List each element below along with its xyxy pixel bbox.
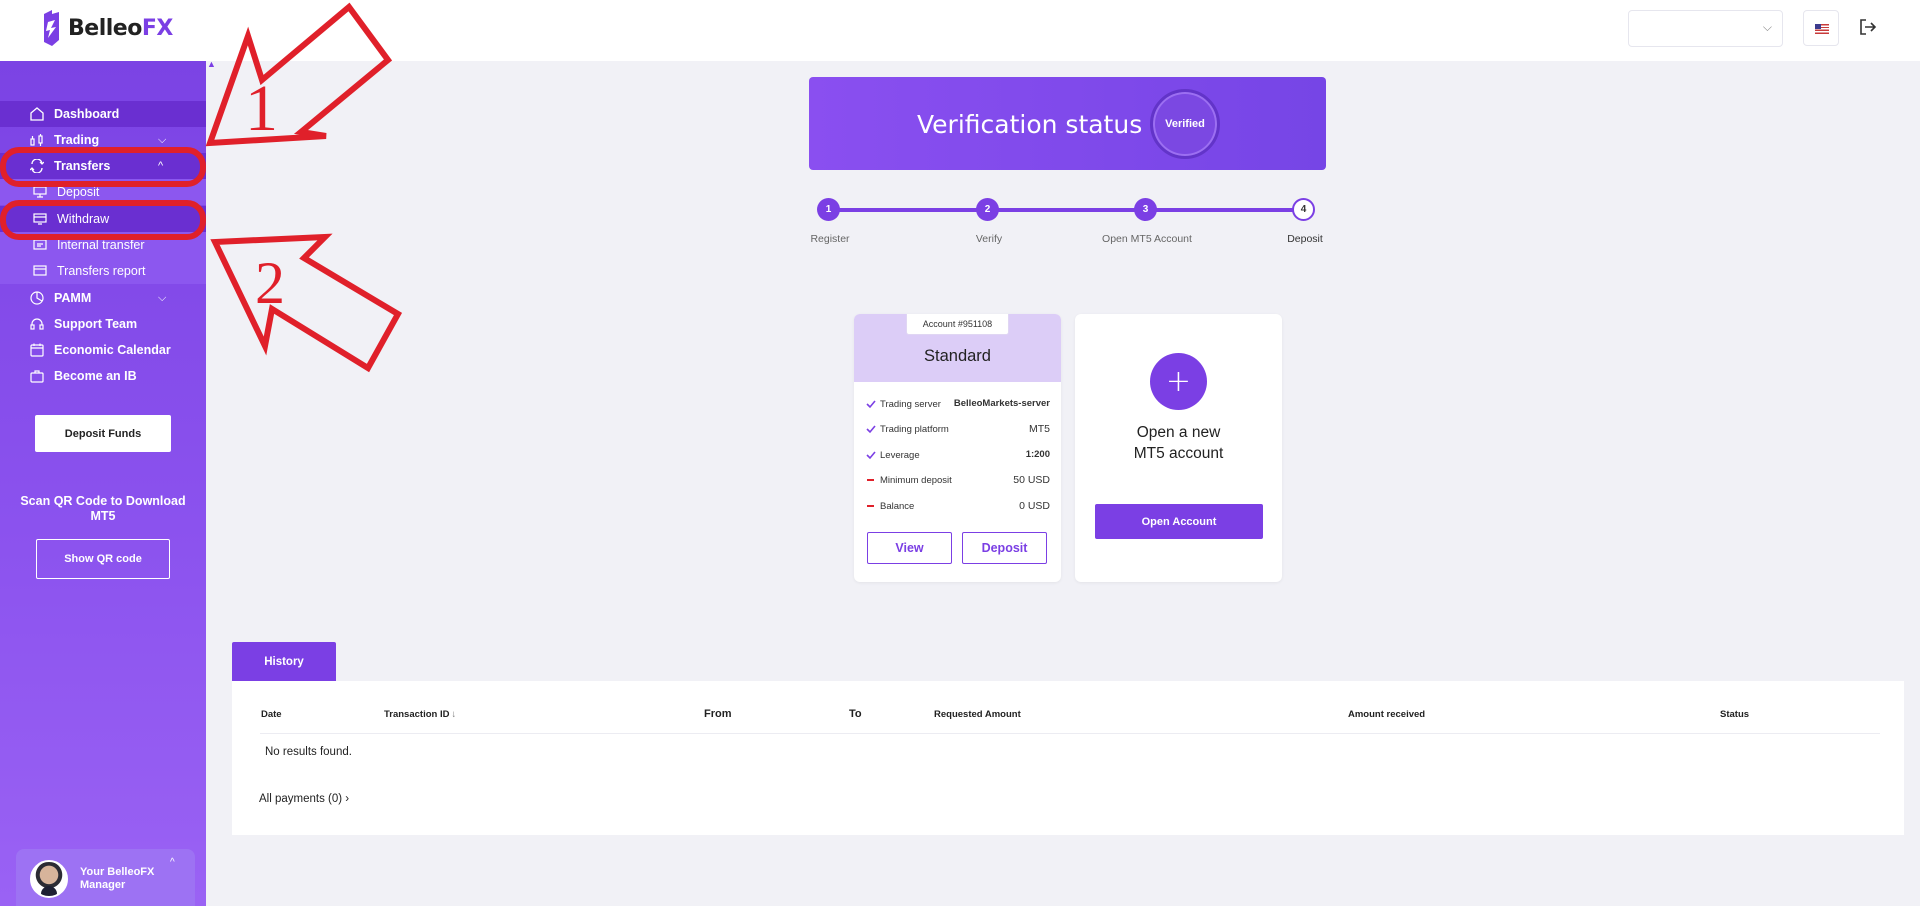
annotation-oval-withdraw <box>0 200 206 240</box>
new-account-title: Open a new MT5 account <box>1075 422 1282 464</box>
deposit-funds-button[interactable]: Deposit Funds <box>35 415 171 452</box>
logout-icon[interactable] <box>1857 16 1879 38</box>
step-2-circle: 2 <box>976 198 999 221</box>
check-icon <box>866 451 876 460</box>
sort-arrow-icon: ↓ <box>451 709 457 720</box>
tab-history[interactable]: History <box>232 642 336 681</box>
check-icon <box>866 425 876 434</box>
table-divider <box>260 733 1880 734</box>
column-header-requested-amount[interactable]: Requested Amount <box>934 709 1021 720</box>
step-3-label: Open MT5 Account <box>1102 233 1192 245</box>
chevron-right-icon: › <box>345 793 350 805</box>
dash-icon <box>867 505 874 507</box>
column-header-amount-received[interactable]: Amount received <box>1348 709 1425 720</box>
manager-text: Your BelleoFX Manager <box>80 866 155 891</box>
chevron-up-icon: ^ <box>170 857 175 868</box>
account-number-tag: Account #951108 <box>906 314 1009 335</box>
account-row-key: Trading platform <box>880 424 949 435</box>
account-row: Leverage 1:200 <box>866 448 1050 464</box>
column-header-label: Transaction ID <box>384 709 450 720</box>
account-row: Trading server BelleoMarkets-server <box>866 397 1050 413</box>
annotation-oval-transfers <box>0 147 206 187</box>
all-payments-label: All payments (0) <box>259 793 343 805</box>
account-row-value: BelleoMarkets-server <box>953 398 1050 409</box>
new-account-title-line2: MT5 account <box>1133 445 1224 462</box>
account-row-value: MT5 <box>1029 423 1050 435</box>
new-account-title-line1: Open a new <box>1136 424 1221 441</box>
annotation-label-2: 2 <box>255 250 285 316</box>
step-3-circle: 3 <box>1134 198 1157 221</box>
column-header-from[interactable]: From <box>704 708 732 720</box>
language-button[interactable] <box>1803 10 1839 46</box>
us-flag-icon <box>1815 24 1829 34</box>
dash-icon <box>867 479 874 481</box>
column-header-date[interactable]: Date <box>261 709 282 720</box>
account-row-value: 0 USD <box>1019 500 1050 512</box>
plus-icon[interactable]: + <box>1150 353 1207 410</box>
step-2-label: Verify <box>975 233 1003 245</box>
check-icon <box>866 400 876 409</box>
view-account-button[interactable]: View <box>867 532 952 564</box>
verified-badge: Verified <box>1150 89 1220 159</box>
verification-title: Verification status <box>917 110 1143 139</box>
step-1-circle: 1 <box>817 198 840 221</box>
step-4-label: Deposit <box>1287 233 1323 245</box>
new-account-card: + Open a new MT5 account Open Account <box>1075 314 1282 582</box>
account-row-value: 50 USD <box>1013 474 1050 486</box>
account-row-key: Leverage <box>880 450 920 461</box>
account-row-value: 1:200 <box>1025 449 1050 460</box>
account-row: Minimum deposit 50 USD <box>866 473 1050 489</box>
account-row: Trading platform MT5 <box>866 422 1050 438</box>
annotation-arrow-2 <box>210 233 403 373</box>
column-header-transaction-id[interactable]: Transaction ID ↓ <box>384 709 456 720</box>
header-select[interactable]: ⌵ <box>1628 10 1783 47</box>
step-4-circle: 4 <box>1292 198 1315 221</box>
show-qr-code-button[interactable]: Show QR code <box>36 539 170 579</box>
manager-card[interactable]: Your BelleoFX Manager ^ <box>16 849 195 906</box>
account-card: Account #951108 Standard Trading server … <box>854 314 1061 582</box>
account-row: Balance 0 USD <box>866 499 1050 515</box>
column-header-to[interactable]: To <box>849 708 862 720</box>
step-1-label: Register <box>810 233 850 245</box>
deposit-account-button[interactable]: Deposit <box>962 532 1047 564</box>
chevron-down-icon: ⌵ <box>1762 20 1772 34</box>
account-row-key: Balance <box>880 501 915 512</box>
verification-banner: Verification status Verified <box>809 77 1326 170</box>
stepper-line <box>828 208 1304 212</box>
column-header-status[interactable]: Status <box>1720 709 1749 720</box>
account-row-key: Trading server <box>880 399 941 410</box>
qr-code-text: Scan QR Code to Download MT5 <box>20 494 186 523</box>
annotation-overlay: 1 2 <box>0 2 403 373</box>
annotation-label-1: 1 <box>245 72 278 145</box>
annotation-arrow-1 <box>205 2 393 147</box>
account-type: Standard <box>924 347 991 365</box>
all-payments-link[interactable]: All payments (0) › <box>259 793 349 805</box>
avatar <box>30 860 68 898</box>
history-panel: Date Transaction ID ↓ From To Requested A… <box>232 681 1904 835</box>
account-card-header: Account #951108 Standard <box>854 314 1061 382</box>
empty-state-text: No results found. <box>265 746 352 758</box>
account-row-key: Minimum deposit <box>880 475 952 486</box>
open-account-button[interactable]: Open Account <box>1095 504 1263 539</box>
